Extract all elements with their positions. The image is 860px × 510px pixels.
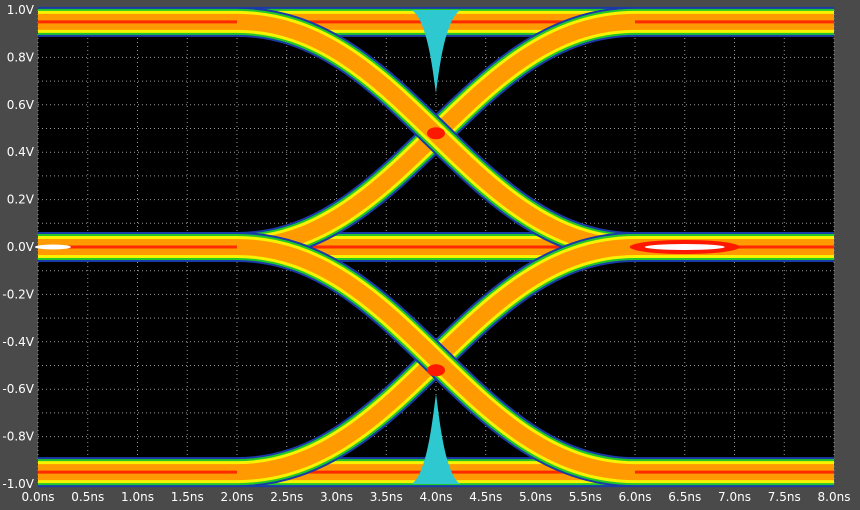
y-axis-tick-labels: 1.0V 0.8V 0.6V 0.4V 0.2V 0.0V -0.2V -0.4V -0.6V -…	[2, 3, 34, 491]
x-tick-label: 2.0ns	[221, 490, 254, 504]
crossing-hotspot	[427, 127, 445, 140]
x-tick-label: 3.0ns	[320, 490, 353, 504]
y-tick-label: -0.2V	[2, 287, 34, 301]
y-tick-label: -0.6V	[2, 382, 34, 396]
x-tick-label: 3.5ns	[370, 490, 403, 504]
x-tick-label: 0.5ns	[71, 490, 104, 504]
crossing-hotspot	[427, 364, 445, 377]
x-axis-tick-labels: 0.0ns 0.5ns 1.0ns 1.5ns 2.0ns 2.5ns 3.0ns 3.5ns…	[22, 490, 851, 504]
x-tick-label: 4.5ns	[469, 490, 502, 504]
eye-diagram-chart: 1.0V 0.8V 0.6V 0.4V 0.2V 0.0V -0.2V -0.4V -0.6V -…	[2, 3, 851, 504]
x-tick-label: 2.5ns	[270, 490, 303, 504]
y-tick-label: -0.8V	[2, 430, 34, 444]
left-peak	[34, 244, 71, 250]
y-tick-label: -1.0V	[2, 477, 34, 491]
x-tick-label: 7.5ns	[768, 490, 801, 504]
x-tick-label: 7.0ns	[718, 490, 751, 504]
y-tick-label: 0.0V	[7, 240, 35, 254]
x-tick-label: 5.5ns	[569, 490, 602, 504]
y-tick-label: 1.0V	[7, 3, 35, 17]
y-tick-label: 0.2V	[7, 193, 35, 207]
y-tick-label: 0.4V	[7, 145, 35, 159]
y-tick-label: 0.8V	[7, 50, 35, 64]
x-tick-label: 6.5ns	[668, 490, 701, 504]
x-tick-label: 5.0ns	[519, 490, 552, 504]
x-tick-label: 4.0ns	[420, 490, 453, 504]
y-tick-label: 0.6V	[7, 98, 35, 112]
x-tick-label: 1.0ns	[121, 490, 154, 504]
y-tick-label: -0.4V	[2, 335, 34, 349]
x-tick-label: 1.5ns	[171, 490, 204, 504]
x-tick-label: 8.0ns	[818, 490, 851, 504]
x-tick-label: 0.0ns	[22, 490, 55, 504]
x-tick-label: 6.0ns	[619, 490, 652, 504]
crossing-peak	[644, 244, 725, 250]
